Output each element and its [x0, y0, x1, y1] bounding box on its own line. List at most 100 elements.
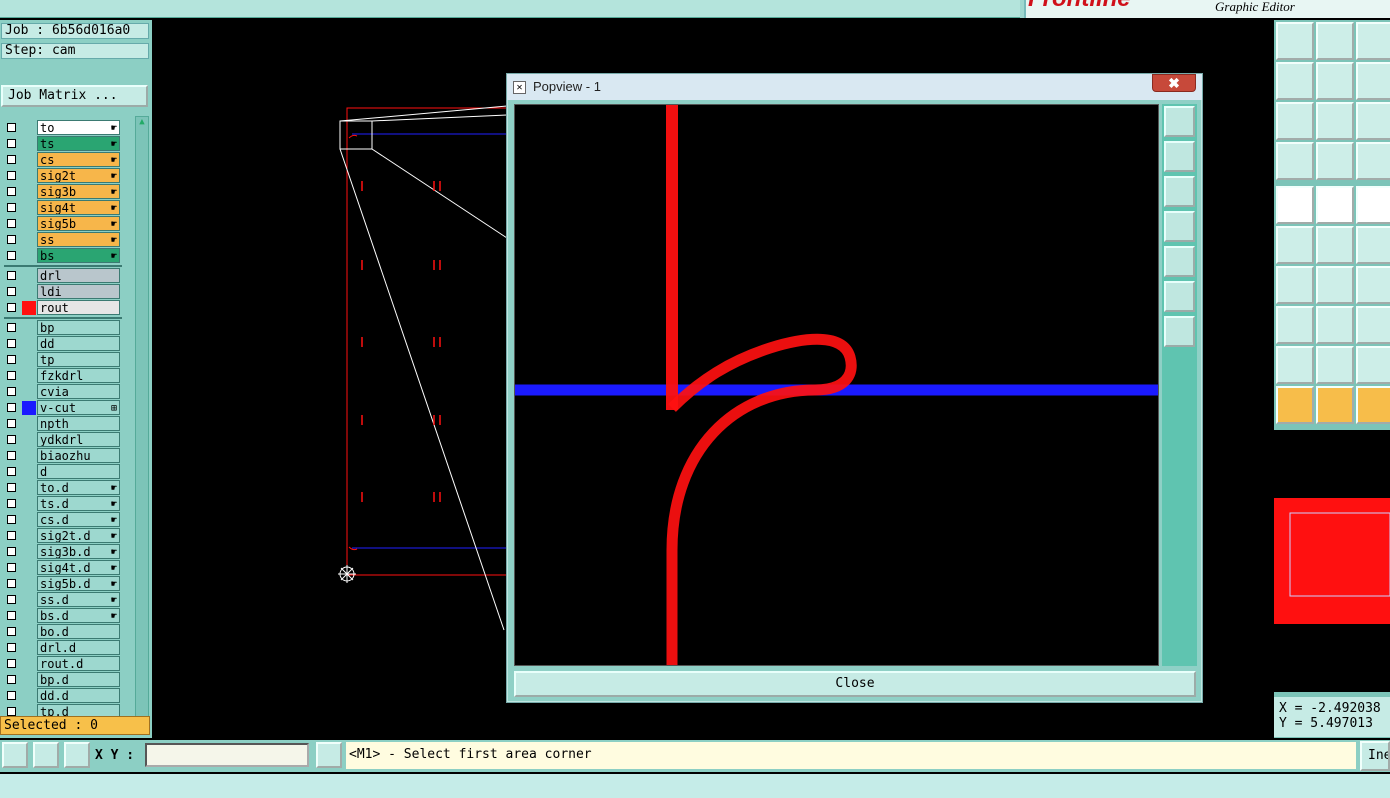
- pan-right-icon[interactable]: [1316, 62, 1354, 100]
- layer-color-swatch[interactable]: [22, 561, 36, 575]
- layer-row[interactable]: drl: [0, 268, 134, 284]
- layer-color-swatch[interactable]: [22, 201, 36, 215]
- text-outline-icon[interactable]: [1356, 346, 1390, 384]
- layer-name[interactable]: rout.d: [37, 656, 120, 671]
- layer-name[interactable]: cs ☛: [37, 152, 120, 167]
- layer-row[interactable]: sig4t ☛: [0, 200, 134, 216]
- center-mark-icon[interactable]: [1316, 226, 1354, 264]
- layer-row[interactable]: biaozhu: [0, 448, 134, 464]
- layer-checkbox[interactable]: [7, 387, 16, 396]
- layer-checkbox[interactable]: [7, 691, 16, 700]
- layer-row[interactable]: ss.d ☛: [0, 592, 134, 608]
- layer-checkbox[interactable]: [7, 171, 16, 180]
- layer-checkbox[interactable]: [7, 643, 16, 652]
- layer-row[interactable]: ydkdrl: [0, 432, 134, 448]
- layer-color-swatch[interactable]: [22, 285, 36, 299]
- layer-name[interactable]: ss.d ☛: [37, 592, 120, 607]
- layer-color-swatch[interactable]: [22, 497, 36, 511]
- scroll-up-arrow-icon[interactable]: ▲: [136, 116, 148, 128]
- line-measure-icon[interactable]: [1316, 266, 1354, 304]
- grid-snap-icon[interactable]: [64, 742, 90, 768]
- layer-checkbox[interactable]: [7, 659, 16, 668]
- layer-checkbox[interactable]: [7, 531, 16, 540]
- layer-name[interactable]: cs.d ☛: [37, 512, 120, 527]
- layer-color-swatch[interactable]: [22, 137, 36, 151]
- layer-row[interactable]: drl.d: [0, 640, 134, 656]
- layer-color-swatch[interactable]: [22, 433, 36, 447]
- popview-close-button[interactable]: Close: [514, 671, 1196, 697]
- layer-row[interactable]: sig4t.d ☛: [0, 560, 134, 576]
- resize-icon[interactable]: [2, 742, 28, 768]
- layer-color-swatch[interactable]: [22, 545, 36, 559]
- layer-name[interactable]: ldi: [37, 284, 120, 299]
- zoom-fit-icon[interactable]: [1164, 281, 1195, 312]
- layer-color-swatch[interactable]: [22, 269, 36, 283]
- layer-name[interactable]: sig2t ☛: [37, 168, 120, 183]
- popview-window[interactable]: ✕ Popview - 1 ✖ Close: [506, 73, 1203, 703]
- layer-color-swatch[interactable]: [22, 481, 36, 495]
- settings-icon[interactable]: [1276, 142, 1314, 180]
- layer-name[interactable]: fzkdrl: [37, 368, 120, 383]
- layer-color-swatch[interactable]: [22, 529, 36, 543]
- layer-color-swatch[interactable]: [22, 233, 36, 247]
- snap-icon[interactable]: [1316, 142, 1354, 180]
- layer-name[interactable]: ts ☛: [37, 136, 120, 151]
- layer-checkbox[interactable]: [7, 219, 16, 228]
- layer-name[interactable]: bs ☛: [37, 248, 120, 263]
- layers-toggle-icon[interactable]: [1356, 142, 1390, 180]
- layer-name[interactable]: ts.d ☛: [37, 496, 120, 511]
- layer-name[interactable]: sig3b ☛: [37, 184, 120, 199]
- window-close-button[interactable]: ✖: [1152, 74, 1196, 92]
- ruler-icon[interactable]: [1356, 186, 1390, 224]
- layer-name[interactable]: v-cut ⊞: [37, 400, 120, 415]
- line-width-icon[interactable]: [1316, 306, 1354, 344]
- layer-color-swatch[interactable]: [22, 185, 36, 199]
- pad-distance-icon[interactable]: [1276, 306, 1314, 344]
- layer-name[interactable]: sig3b.d ☛: [37, 544, 120, 559]
- layer-row[interactable]: cvia: [0, 384, 134, 400]
- pan-right-icon[interactable]: [1164, 246, 1195, 277]
- layer-checkbox[interactable]: [7, 595, 16, 604]
- measure-edge-icon[interactable]: [1316, 186, 1354, 224]
- pan-up-icon[interactable]: [1276, 22, 1314, 60]
- layer-checkbox[interactable]: [7, 419, 16, 428]
- layer-row[interactable]: ss ☛: [0, 232, 134, 248]
- layer-color-swatch[interactable]: [22, 249, 36, 263]
- pan-left-icon[interactable]: [1164, 211, 1195, 242]
- layer-color-swatch[interactable]: [22, 641, 36, 655]
- layer-color-swatch[interactable]: [22, 465, 36, 479]
- layer-name[interactable]: dd: [37, 336, 120, 351]
- layer-checkbox[interactable]: [7, 123, 16, 132]
- pan-down-icon[interactable]: [1316, 22, 1354, 60]
- layer-name[interactable]: bp: [37, 320, 120, 335]
- layer-row[interactable]: ldi: [0, 284, 134, 300]
- layer-name[interactable]: d: [37, 464, 120, 479]
- layer-checkbox[interactable]: [7, 339, 16, 348]
- angle-icon[interactable]: [1276, 266, 1314, 304]
- ine-button[interactable]: Ine: [1360, 741, 1390, 771]
- layer-checkbox[interactable]: [7, 611, 16, 620]
- layer-name[interactable]: ydkdrl: [37, 432, 120, 447]
- layer-color-swatch[interactable]: [22, 321, 36, 335]
- layer-row[interactable]: ts.d ☛: [0, 496, 134, 512]
- text-height-icon[interactable]: [1316, 346, 1354, 384]
- layer-color-swatch[interactable]: [22, 337, 36, 351]
- layer-checkbox[interactable]: [7, 467, 16, 476]
- layer-checkbox[interactable]: [7, 547, 16, 556]
- layer-name[interactable]: tp: [37, 352, 120, 367]
- layer-checkbox[interactable]: [7, 371, 16, 380]
- overview-map[interactable]: [1274, 430, 1390, 692]
- layer-checkbox[interactable]: [7, 139, 16, 148]
- layer-name[interactable]: sig5b.d ☛: [37, 576, 120, 591]
- layer-name[interactable]: to ☛: [37, 120, 120, 135]
- layer-row[interactable]: fzkdrl: [0, 368, 134, 384]
- layer-color-swatch[interactable]: [22, 401, 36, 415]
- layer-row[interactable]: rout: [0, 300, 134, 316]
- layer-row[interactable]: sig5b ☛: [0, 216, 134, 232]
- layer-color-swatch[interactable]: [22, 657, 36, 671]
- measure-point-icon[interactable]: [1276, 186, 1314, 224]
- layer-row[interactable]: npth: [0, 416, 134, 432]
- layer-color-swatch[interactable]: [22, 689, 36, 703]
- layer-color-swatch[interactable]: [22, 417, 36, 431]
- pan-up-icon[interactable]: [1164, 141, 1195, 172]
